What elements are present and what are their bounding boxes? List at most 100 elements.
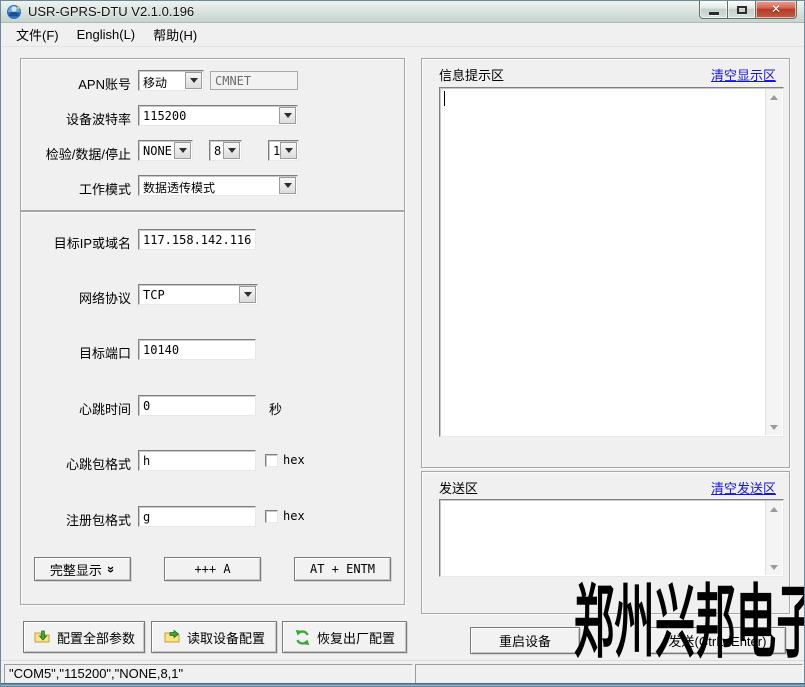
- refresh-icon: [294, 629, 311, 646]
- data-bits-select[interactable]: 8: [209, 140, 242, 161]
- factory-reset-label: 恢复出厂配置: [317, 628, 395, 647]
- apn-label: APN账号: [15, 74, 131, 93]
- at-entm-label: AT + ENTM: [310, 562, 375, 576]
- apn-name-field[interactable]: CMNET: [210, 71, 298, 90]
- info-scrollbar[interactable]: [765, 89, 782, 435]
- target-ip-label: 目标IP或域名: [15, 233, 131, 252]
- configure-all-label: 配置全部参数: [57, 628, 135, 647]
- chevron-down-icon[interactable]: [174, 142, 191, 159]
- plus-a-label: +++ A: [194, 562, 230, 576]
- work-mode-value: 数据透传模式: [143, 179, 215, 196]
- send-button[interactable]: 发送(CtrL+Enter): [649, 627, 786, 654]
- app-icon: [6, 4, 22, 20]
- read-config-button[interactable]: 读取设备配置: [151, 621, 277, 653]
- parity-select[interactable]: NONE: [138, 140, 193, 161]
- menu-help[interactable]: 帮助(H): [145, 22, 205, 47]
- target-port-label: 目标端口: [15, 343, 131, 362]
- baud-select[interactable]: 115200: [138, 105, 298, 126]
- work-mode-label: 工作模式: [15, 179, 131, 198]
- plus-plus-plus-a-button[interactable]: +++ A: [164, 557, 261, 581]
- target-port-value: 10140: [143, 343, 179, 357]
- heartbeat-time-label: 心跳时间: [15, 399, 131, 418]
- chevron-down-icon[interactable]: [279, 107, 296, 124]
- register-packet-value: g: [143, 510, 150, 524]
- maximize-button[interactable]: [728, 1, 756, 19]
- factory-reset-button[interactable]: 恢复出厂配置: [282, 621, 407, 653]
- send-panel-title: 发送区: [439, 478, 478, 497]
- heartbeat-packet-label: 心跳包格式: [15, 454, 131, 473]
- menu-bar: 文件(F) English(L) 帮助(H): [2, 23, 805, 47]
- heartbeat-packet-value: h: [143, 454, 150, 468]
- restart-device-label: 重启设备: [499, 631, 551, 650]
- register-packet-label: 注册包格式: [15, 510, 131, 529]
- chevron-down-icon[interactable]: [185, 72, 202, 89]
- register-hex-checkbox[interactable]: hex: [265, 509, 305, 523]
- configure-all-button[interactable]: 配置全部参数: [23, 621, 145, 653]
- title-bar[interactable]: USR-GPRS-DTU V2.1.0.196 ✕: [1, 1, 804, 23]
- apn-carrier-select[interactable]: 移动: [138, 70, 204, 91]
- info-panel-title: 信息提示区: [439, 65, 504, 84]
- heartbeat-time-value: 0: [143, 399, 150, 413]
- send-textarea[interactable]: [439, 499, 784, 577]
- data-bits-value: 8: [214, 144, 221, 158]
- baud-value: 115200: [143, 109, 186, 123]
- protocol-select[interactable]: TCP: [138, 284, 258, 305]
- minimize-button[interactable]: [699, 1, 728, 19]
- folder-download-icon: [33, 629, 51, 645]
- register-packet-input[interactable]: g: [138, 506, 256, 527]
- send-button-label: 发送(CtrL+Enter): [669, 631, 767, 650]
- window-title: USR-GPRS-DTU V2.1.0.196: [28, 4, 194, 19]
- stop-bits-select[interactable]: 1: [268, 140, 299, 161]
- scroll-up-icon[interactable]: [766, 89, 782, 105]
- target-ip-value: 117.158.142.116: [143, 233, 251, 247]
- checkbox-icon: [265, 510, 278, 523]
- heartbeat-time-input[interactable]: 0: [138, 395, 256, 416]
- menu-file[interactable]: 文件(F): [8, 22, 67, 47]
- send-scrollbar[interactable]: [765, 501, 782, 575]
- checkbox-icon: [265, 454, 278, 467]
- parity-value: NONE: [143, 144, 172, 158]
- work-mode-select[interactable]: 数据透传模式: [138, 175, 298, 196]
- hex-label: hex: [283, 509, 305, 523]
- window-controls: ✕: [699, 1, 797, 19]
- text-caret: [444, 91, 445, 106]
- app-window: USR-GPRS-DTU V2.1.0.196 ✕ 文件(F) English(…: [0, 0, 805, 687]
- full-display-button[interactable]: 完整显示 »: [34, 557, 131, 581]
- scroll-down-icon[interactable]: [766, 419, 782, 435]
- hex-label: hex: [283, 453, 305, 467]
- baud-label: 设备波特率: [15, 109, 131, 128]
- heartbeat-packet-input[interactable]: h: [138, 450, 256, 471]
- target-ip-input[interactable]: 117.158.142.116: [138, 229, 256, 250]
- heartbeat-hex-checkbox[interactable]: hex: [265, 453, 305, 467]
- apn-carrier-value: 移动: [143, 74, 167, 91]
- target-port-input[interactable]: 10140: [138, 339, 256, 360]
- clear-info-link[interactable]: 清空显示区: [711, 65, 776, 84]
- chevron-down-icon[interactable]: [279, 177, 296, 194]
- full-display-label: 完整显示: [50, 560, 102, 579]
- folder-export-icon: [163, 629, 181, 645]
- parity-data-stop-label: 检验/数据/停止: [15, 144, 131, 163]
- chevron-down-icon[interactable]: [239, 286, 256, 303]
- status-bar: "COM5","115200","NONE,8,1": [1, 660, 805, 685]
- send-panel-group: 发送区 清空发送区: [421, 471, 790, 614]
- seconds-unit-label: 秒: [269, 399, 282, 418]
- chevron-down-icon[interactable]: [223, 142, 240, 159]
- maximize-icon: [737, 6, 747, 14]
- clear-send-link[interactable]: 清空发送区: [711, 478, 776, 497]
- protocol-value: TCP: [143, 288, 165, 302]
- chevron-down-icon[interactable]: [280, 142, 297, 159]
- close-button[interactable]: ✕: [756, 1, 797, 19]
- close-icon: ✕: [756, 2, 796, 16]
- info-panel-group: 信息提示区 清空显示区: [421, 58, 790, 468]
- at-entm-button[interactable]: AT + ENTM: [294, 557, 391, 581]
- apn-name-value: CMNET: [215, 74, 251, 88]
- info-textarea[interactable]: [439, 87, 784, 437]
- chevron-double-down-icon: »: [104, 565, 119, 572]
- scroll-down-icon[interactable]: [766, 559, 782, 575]
- restart-device-button[interactable]: 重启设备: [470, 627, 580, 654]
- scroll-up-icon[interactable]: [766, 501, 782, 517]
- window-frame-edge: [1, 683, 804, 686]
- menu-english[interactable]: English(L): [69, 24, 144, 45]
- status-port-info: "COM5","115200","NONE,8,1": [4, 664, 413, 684]
- minimize-icon: [709, 12, 719, 15]
